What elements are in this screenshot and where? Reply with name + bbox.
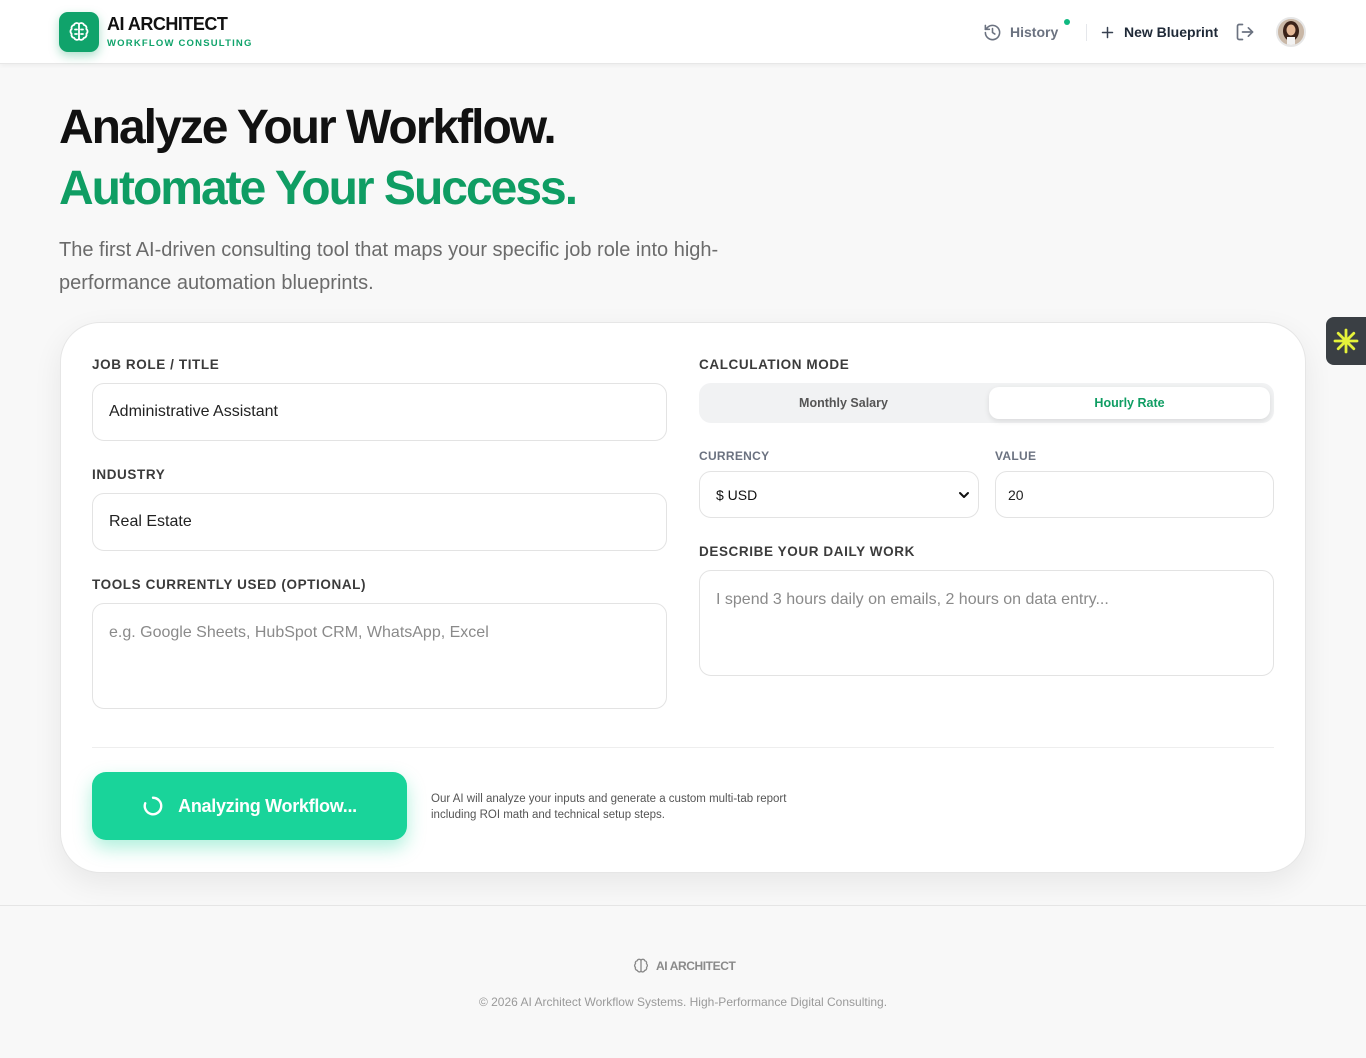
analyze-workflow-button[interactable]: Analyzing Workflow...	[92, 772, 407, 840]
currency-select[interactable]: $ USD	[699, 471, 979, 518]
brand-name: AI ARCHITECT	[107, 14, 228, 34]
hero-title-line2: Automate Your Success.	[59, 162, 578, 215]
job-role-label: JOB ROLE / TITLE	[92, 357, 220, 372]
currency-label: CURRENCY	[699, 449, 770, 463]
nav-divider	[1086, 24, 1087, 41]
tools-textarea[interactable]	[92, 603, 667, 709]
value-label: VALUE	[995, 449, 1037, 463]
sparkle-widget-button[interactable]	[1326, 317, 1366, 365]
footer-copyright: © 2026 AI Architect Workflow Systems. Hi…	[478, 995, 888, 1009]
logout-icon[interactable]	[1235, 22, 1255, 42]
daily-work-textarea[interactable]	[699, 570, 1274, 676]
hero-description: The first AI-driven consulting tool that…	[59, 239, 719, 294]
new-blueprint-button[interactable]: New Blueprint	[1100, 21, 1218, 43]
form-divider	[92, 747, 1274, 748]
history-icon	[984, 24, 1001, 40]
analyze-button-label: Analyzing Workflow...	[178, 795, 357, 816]
footer-brand: AI ARCHITECT	[632, 957, 736, 975]
history-label: History	[1010, 24, 1059, 40]
calculation-mode-label: CALCULATION MODE	[699, 357, 850, 372]
monthly-salary-option[interactable]: Monthly Salary	[703, 387, 984, 419]
calculation-mode-toggle: Monthly Salary Hourly Rate	[699, 383, 1274, 423]
currency-value: $ USD	[716, 487, 758, 503]
industry-input[interactable]	[92, 493, 667, 551]
new-blueprint-label: New Blueprint	[1124, 24, 1219, 40]
hourly-rate-option[interactable]: Hourly Rate	[989, 387, 1270, 419]
hero-title-line1: Analyze Your Workflow.	[59, 101, 557, 154]
top-header: AI ARCHITECT WORKFLOW CONSULTING History…	[0, 0, 1366, 64]
tools-label: TOOLS CURRENTLY USED (OPTIONAL)	[92, 577, 367, 592]
brand-subtitle: WORKFLOW CONSULTING	[107, 38, 253, 49]
job-role-input[interactable]	[92, 383, 667, 441]
history-button[interactable]: History	[983, 21, 1058, 43]
industry-label: INDUSTRY	[92, 467, 166, 482]
footer-divider	[0, 905, 1366, 906]
asterisk-icon	[1333, 328, 1359, 354]
brain-icon	[633, 958, 649, 973]
value-input[interactable]	[995, 471, 1274, 518]
brain-icon[interactable]	[59, 12, 99, 52]
plus-icon	[1101, 26, 1114, 38]
submit-note: Our AI will analyze your inputs and gene…	[431, 793, 787, 821]
chevron-down-icon	[959, 492, 969, 498]
loading-spinner-icon	[143, 796, 163, 816]
user-avatar[interactable]	[1276, 17, 1306, 47]
history-notification-dot	[1064, 19, 1070, 25]
daily-work-label: DESCRIBE YOUR DAILY WORK	[699, 544, 915, 559]
footer-brand-name: AI ARCHITECT	[656, 959, 736, 973]
